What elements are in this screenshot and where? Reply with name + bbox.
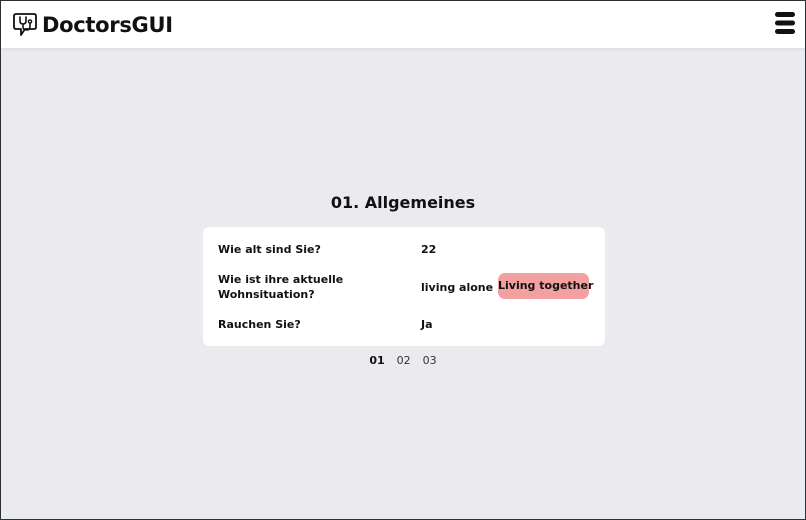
answer-value[interactable]: Ja — [421, 317, 433, 332]
question-label: Rauchen Sie? — [218, 318, 301, 331]
pagination: 01 02 03 — [1, 353, 805, 369]
page-link-01[interactable]: 01 — [368, 353, 385, 369]
option-living-alone[interactable]: living alone — [421, 280, 493, 295]
menu-button[interactable] — [775, 12, 795, 34]
question-label: Wie alt sind Sie? — [218, 243, 321, 256]
page-link-02[interactable]: 02 — [396, 353, 412, 369]
answer-value[interactable]: 22 — [421, 242, 436, 257]
page-link-03[interactable]: 03 — [422, 353, 438, 369]
question-label: Wie ist ihre aktuelle Wohnsituation? — [218, 273, 344, 301]
brand-name: DoctorsGUI — [42, 13, 173, 37]
top-navbar: DoctorsGUI — [1, 1, 805, 48]
questionnaire-card: Wie alt sind Sie? 22 Wie ist ihre aktuel… — [203, 227, 605, 346]
section-title: 01. Allgemeines — [330, 193, 476, 212]
hamburger-menu-icon — [775, 12, 795, 34]
brand[interactable]: DoctorsGUI — [12, 11, 173, 39]
option-living-together-selected[interactable]: Living together — [498, 273, 593, 299]
stethoscope-speech-bubble-icon — [13, 13, 37, 36]
